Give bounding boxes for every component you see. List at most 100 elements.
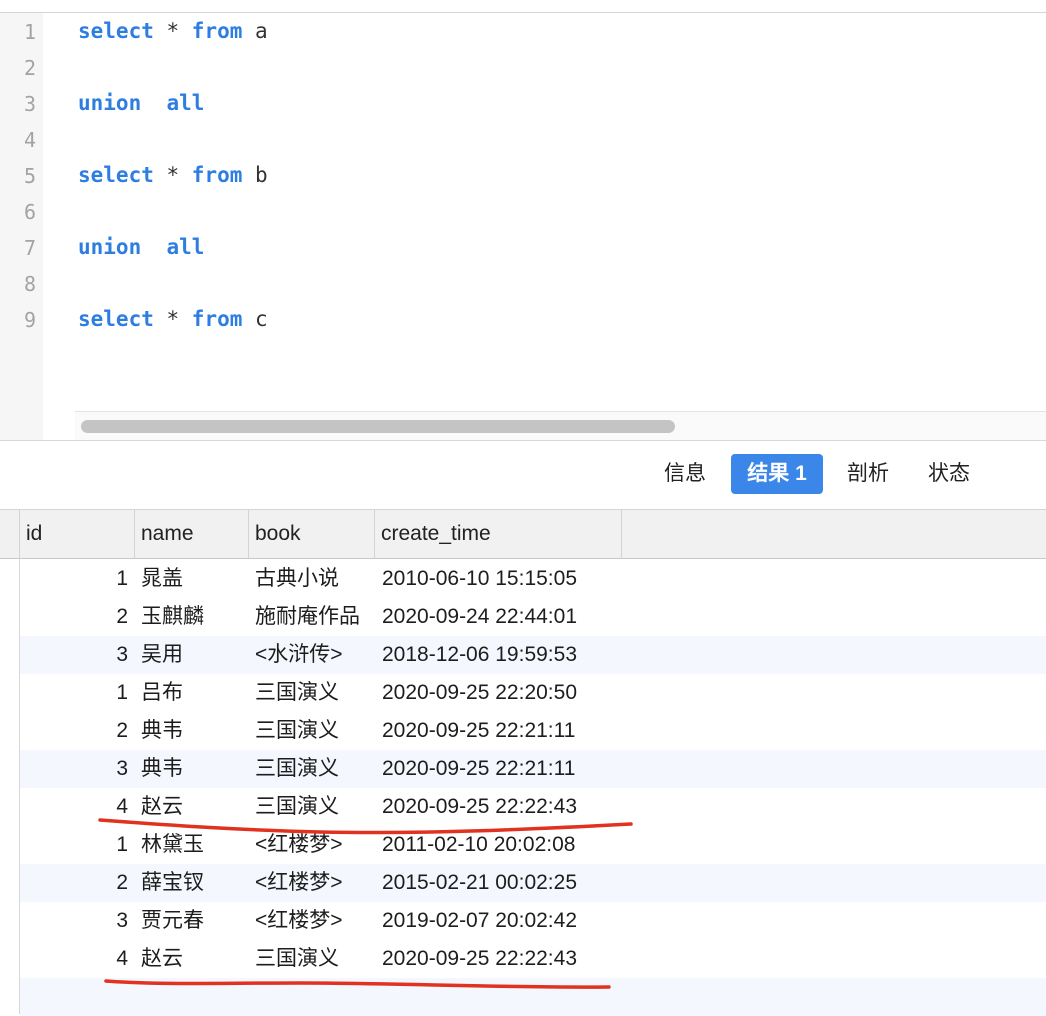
cell-create-time[interactable]: 2011-02-10 20:02:08 <box>382 826 575 864</box>
cell-book[interactable]: 三国演义 <box>255 750 339 788</box>
cell-create-time[interactable]: 2015-02-21 00:02:25 <box>382 864 577 902</box>
table-row[interactable]: 2 玉麒麟 施耐庵作品 2020-09-24 22:44:01 <box>20 598 1046 636</box>
code-line[interactable]: select * from b <box>78 163 268 187</box>
cell-name[interactable]: 贾元春 <box>141 902 204 940</box>
cell-book[interactable]: <红楼梦> <box>255 864 343 902</box>
scrollbar-thumb[interactable] <box>81 420 675 433</box>
sql-keyword: select <box>78 19 154 43</box>
cell-name[interactable]: 典韦 <box>141 712 183 750</box>
cell-create-time[interactable]: 2020-09-25 22:22:43 <box>382 940 577 978</box>
cell-id[interactable]: 4 <box>20 788 128 826</box>
cell-id[interactable]: 2 <box>20 864 128 902</box>
cell-id[interactable]: 1 <box>20 560 128 598</box>
cell-book[interactable]: <水浒传> <box>255 636 343 674</box>
sql-text: a <box>242 19 268 43</box>
cell-book[interactable]: <红楼梦> <box>255 902 343 940</box>
table-row[interactable]: 1 吕布 三国演义 2020-09-25 22:20:50 <box>20 674 1046 712</box>
line-number: 2 <box>23 56 36 80</box>
cell-name[interactable]: 赵云 <box>141 940 183 978</box>
table-row[interactable]: 1 林黛玉 <红楼梦> 2011-02-10 20:02:08 <box>20 826 1046 864</box>
cell-id[interactable]: 2 <box>20 712 128 750</box>
cell-book[interactable]: 三国演义 <box>255 674 339 712</box>
sql-text: c <box>242 307 268 331</box>
cell-name[interactable]: 典韦 <box>141 750 183 788</box>
cell-book[interactable]: 古典小说 <box>255 560 339 598</box>
editor-top-border <box>0 12 1046 13</box>
table-row[interactable]: 2 薛宝钗 <红楼梦> 2015-02-21 00:02:25 <box>20 864 1046 902</box>
cell-name[interactable]: 吕布 <box>141 674 183 712</box>
cell-name[interactable]: 晁盖 <box>141 560 183 598</box>
cell-create-time[interactable]: 2020-09-24 22:44:01 <box>382 598 577 636</box>
empty-row <box>20 978 1046 1016</box>
code-line[interactable]: union all <box>78 91 204 115</box>
column-header-create-time[interactable]: create_time <box>374 510 622 558</box>
line-number: 8 <box>23 272 36 296</box>
cell-id[interactable]: 3 <box>20 902 128 940</box>
cell-book[interactable]: 施耐庵作品 <box>255 598 360 636</box>
cell-id[interactable]: 3 <box>20 636 128 674</box>
table-row[interactable]: 3 典韦 三国演义 2020-09-25 22:21:11 <box>20 750 1046 788</box>
cell-id[interactable]: 4 <box>20 940 128 978</box>
tab-profile[interactable]: 剖析 <box>833 454 903 494</box>
table-row[interactable]: 2 典韦 三国演义 2020-09-25 22:21:11 <box>20 712 1046 750</box>
sql-text: * <box>153 307 192 331</box>
column-header-id[interactable]: id <box>19 510 134 558</box>
sql-text: b <box>242 163 268 187</box>
cell-name[interactable]: 玉麒麟 <box>141 598 204 636</box>
result-tabs: 信息 结果 1 剖析 状态 <box>0 441 1046 509</box>
grid-header: id name book create_time <box>0 509 1046 559</box>
cell-name[interactable]: 林黛玉 <box>141 826 204 864</box>
column-header-book[interactable]: book <box>248 510 374 558</box>
cell-create-time[interactable]: 2010-06-10 15:15:05 <box>382 560 577 598</box>
horizontal-scrollbar[interactable] <box>75 411 1046 442</box>
line-number: 6 <box>23 200 36 224</box>
cell-id[interactable]: 1 <box>20 826 128 864</box>
sql-keyword: from <box>191 307 243 331</box>
line-number: 9 <box>23 308 36 332</box>
cell-name[interactable]: 吴用 <box>141 636 183 674</box>
cell-create-time[interactable]: 2020-09-25 22:21:11 <box>382 750 575 788</box>
cell-id[interactable]: 3 <box>20 750 128 788</box>
table-row[interactable]: 4 赵云 三国演义 2020-09-25 22:22:43 <box>20 788 1046 826</box>
sql-keyword: from <box>191 19 243 43</box>
table-row[interactable]: 4 赵云 三国演义 2020-09-25 22:22:43 <box>20 940 1046 978</box>
table-row[interactable]: 3 吴用 <水浒传> 2018-12-06 19:59:53 <box>20 636 1046 674</box>
sql-keyword: union <box>78 91 142 115</box>
cell-book[interactable]: 三国演义 <box>255 788 339 826</box>
sql-editor[interactable]: 1 select * from a 2 3 union all 4 5 select * fr… <box>0 0 1046 442</box>
sql-text: * <box>153 163 192 187</box>
tab-info[interactable]: 信息 <box>650 454 720 494</box>
line-number: 3 <box>23 92 36 116</box>
code-line[interactable]: select * from c <box>78 307 268 331</box>
cell-create-time[interactable]: 2020-09-25 22:20:50 <box>382 674 577 712</box>
tab-status[interactable]: 状态 <box>914 454 984 494</box>
tab-result-1[interactable]: 结果 1 <box>731 454 823 494</box>
cell-id[interactable]: 2 <box>20 598 128 636</box>
line-number: 7 <box>23 236 36 260</box>
cell-book[interactable]: 三国演义 <box>255 712 339 750</box>
cell-create-time[interactable]: 2020-09-25 22:21:11 <box>382 712 575 750</box>
sql-keyword: all <box>166 91 205 115</box>
sql-keyword: select <box>78 163 154 187</box>
table-row[interactable]: 3 贾元春 <红楼梦> 2019-02-07 20:02:42 <box>20 902 1046 940</box>
line-number: 1 <box>23 20 36 44</box>
line-number: 5 <box>23 164 36 188</box>
cell-create-time[interactable]: 2020-09-25 22:22:43 <box>382 788 577 826</box>
cell-create-time[interactable]: 2019-02-07 20:02:42 <box>382 902 577 940</box>
cell-id[interactable]: 1 <box>20 674 128 712</box>
code-line[interactable]: union all <box>78 235 204 259</box>
cell-name[interactable]: 薛宝钗 <box>141 864 204 902</box>
sql-keyword: from <box>191 163 243 187</box>
cell-book[interactable]: <红楼梦> <box>255 826 343 864</box>
column-header-name[interactable]: name <box>134 510 248 558</box>
code-line[interactable]: select * from a <box>78 19 268 43</box>
sql-keyword: union <box>78 235 142 259</box>
cell-create-time[interactable]: 2018-12-06 19:59:53 <box>382 636 577 674</box>
cell-name[interactable]: 赵云 <box>141 788 183 826</box>
cell-book[interactable]: 三国演义 <box>255 940 339 978</box>
sql-text: * <box>153 19 192 43</box>
sql-keyword: all <box>166 235 205 259</box>
table-row[interactable]: 1 晁盖 古典小说 2010-06-10 15:15:05 <box>20 560 1046 598</box>
